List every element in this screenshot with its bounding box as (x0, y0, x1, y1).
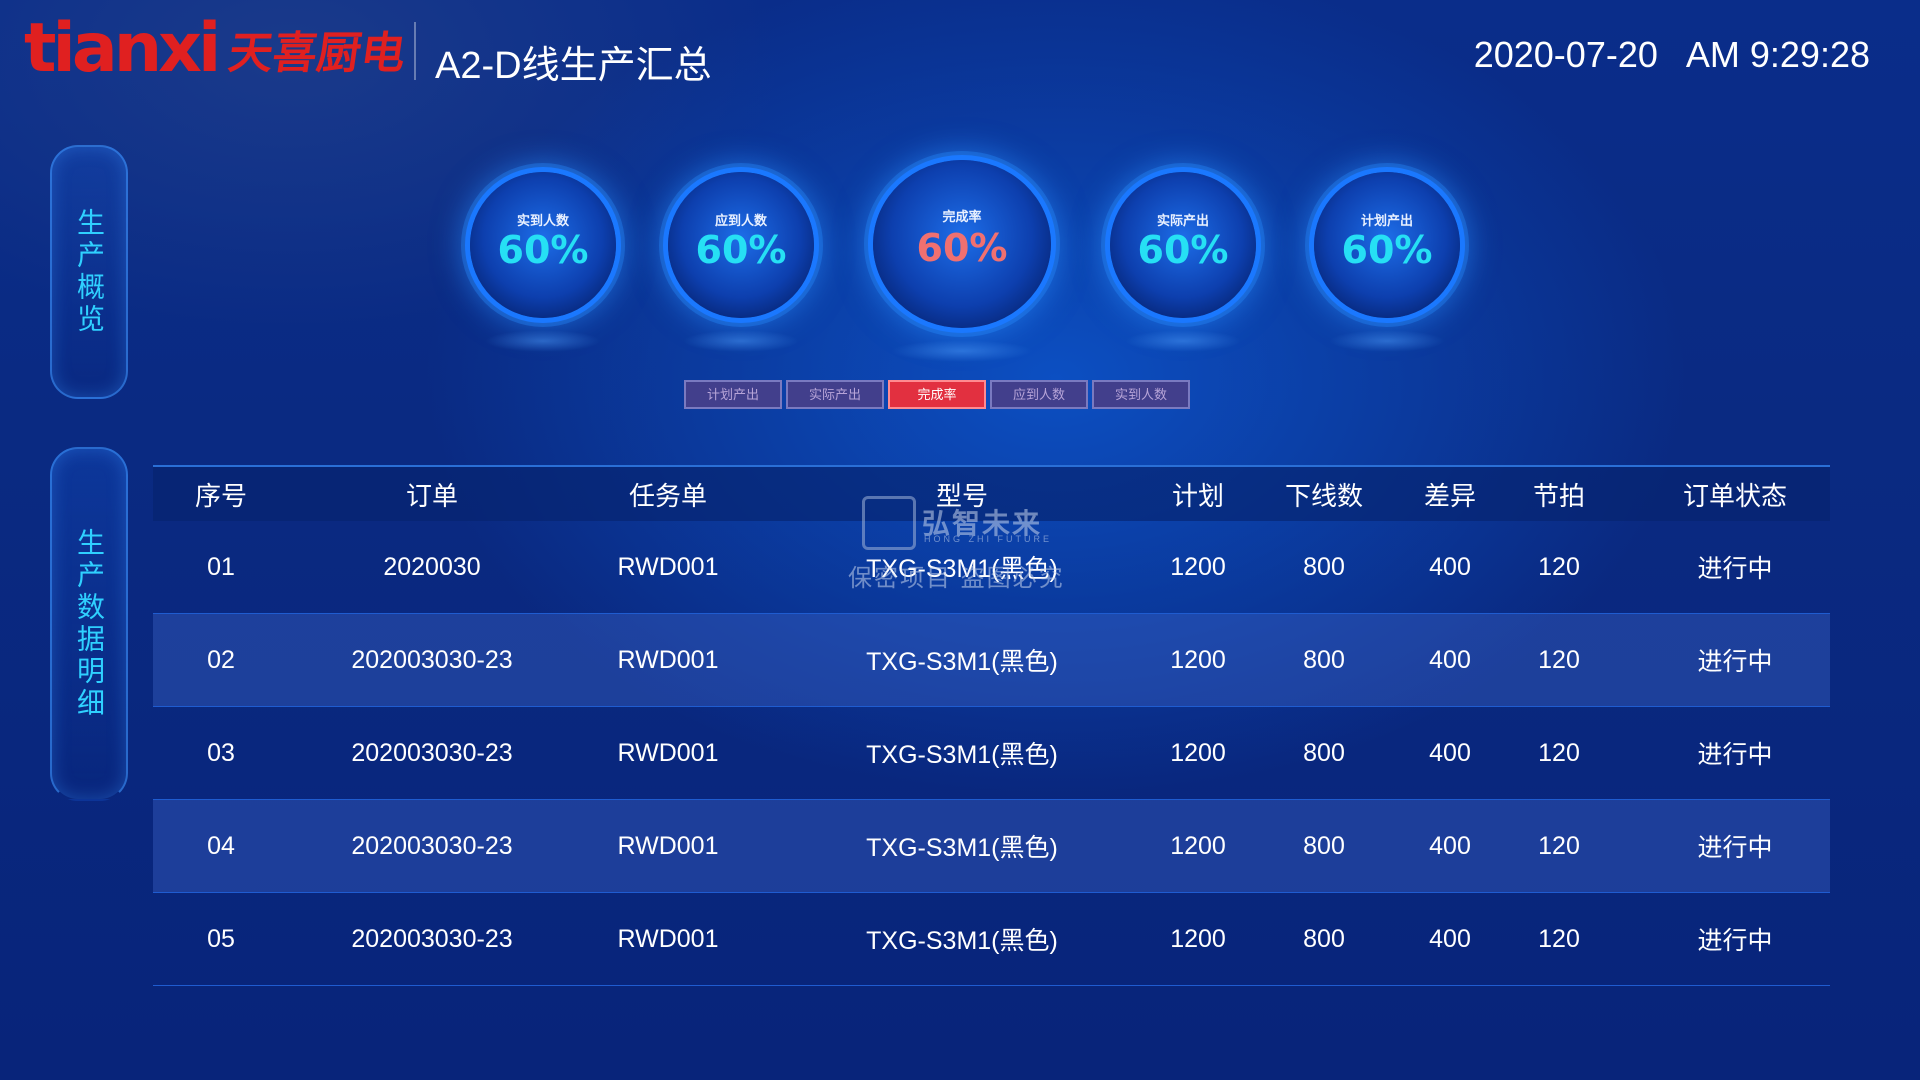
cell-order-status: 进行中 (1697, 834, 1773, 862)
cell-index: 05 (207, 924, 235, 953)
header: tianxi 天喜厨电 A2-D线生产汇总 2020-07-20 AM 9:29… (0, 0, 1920, 110)
production-table: 序号 订单 任务单 型号 计划 下线数 差异 节拍 订单状态 01 202003… (153, 465, 1830, 986)
button-completion-rate[interactable]: 完成率 (888, 380, 986, 409)
logo-english: tianxi (24, 9, 221, 88)
cell-offline-count: 800 (1303, 924, 1345, 953)
datetime: 2020-07-20 AM 9:29:28 (1474, 34, 1870, 76)
page-title: A2-D线生产汇总 (435, 45, 712, 87)
cell-difference: 400 (1429, 738, 1471, 767)
cell-plan: 1200 (1170, 552, 1226, 581)
cell-order-status: 进行中 (1697, 555, 1773, 583)
cell-order-status: 进行中 (1697, 741, 1773, 769)
table-row[interactable]: 03 202003030-23 RWD001 TXG-S3M1(黑色) 1200… (153, 707, 1830, 800)
cell-task: RWD001 (617, 924, 719, 953)
cell-takt: 120 (1538, 924, 1580, 953)
button-expected-attendance[interactable]: 应到人数 (990, 380, 1088, 409)
gauge-label: 应到人数 (714, 213, 767, 228)
gauge-label: 完成率 (942, 209, 982, 224)
cell-index: 02 (207, 645, 235, 674)
gauge-completion-rate: 完成率 60% (873, 160, 1051, 362)
gauge-value: 60% (916, 226, 1008, 270)
cell-task: RWD001 (617, 645, 719, 674)
button-actual-attendance[interactable]: 实到人数 (1092, 380, 1190, 409)
cell-plan: 1200 (1170, 645, 1226, 674)
cell-index: 03 (207, 738, 235, 767)
metric-button-group: 计划产出 实际产出 完成率 应到人数 实到人数 (684, 380, 1190, 409)
cell-order: 202003030-23 (351, 924, 513, 953)
tab-label: 生产概览 (74, 208, 105, 336)
cell-takt: 120 (1538, 552, 1580, 581)
cell-difference: 400 (1429, 645, 1471, 674)
cell-order-status: 进行中 (1697, 648, 1773, 676)
header-difference: 差异 (1423, 480, 1476, 511)
header-model: 型号 (935, 480, 988, 511)
header-divider (414, 22, 416, 80)
cell-order: 2020030 (383, 552, 481, 581)
cell-difference: 400 (1429, 552, 1471, 581)
cell-offline-count: 800 (1303, 738, 1345, 767)
header-offline-count: 下线数 (1284, 480, 1363, 511)
logo-chinese: 天喜厨电 (225, 28, 409, 79)
cell-task: RWD001 (617, 831, 719, 860)
cell-takt: 120 (1538, 831, 1580, 860)
cell-model: TXG-S3M1(黑色) (866, 648, 1058, 676)
gauge-actual-output: 实际产出 60% (1110, 172, 1256, 352)
tab-label: 生产数据明细 (74, 528, 105, 720)
tab-production-details[interactable]: 生产数据明细 (50, 447, 128, 801)
time-text: AM 9:29:28 (1685, 34, 1870, 75)
cell-model: TXG-S3M1(黑色) (866, 834, 1058, 862)
cell-task: RWD001 (617, 738, 719, 767)
gauge-expected-attendance: 应到人数 60% (668, 172, 814, 352)
cell-difference: 400 (1429, 831, 1471, 860)
cell-difference: 400 (1429, 924, 1471, 953)
cell-order: 202003030-23 (351, 645, 513, 674)
button-actual-output[interactable]: 实际产出 (786, 380, 884, 409)
header-task: 任务单 (628, 480, 707, 511)
cell-offline-count: 800 (1303, 645, 1345, 674)
cell-model: TXG-S3M1(黑色) (866, 555, 1058, 583)
cell-takt: 120 (1538, 645, 1580, 674)
cell-plan: 1200 (1170, 924, 1226, 953)
button-planned-output[interactable]: 计划产出 (684, 380, 782, 409)
gauge-label: 实际产出 (1156, 213, 1209, 228)
tab-production-overview[interactable]: 生产概览 (50, 145, 128, 399)
cell-order: 202003030-23 (351, 831, 513, 860)
cell-model: TXG-S3M1(黑色) (866, 741, 1058, 769)
table-row[interactable]: 01 2020030 RWD001 TXG-S3M1(黑色) 1200 800 … (153, 521, 1830, 614)
gauge-value: 60% (497, 228, 589, 272)
gauge-value: 60% (695, 228, 787, 272)
gauge-planned-output: 计划产出 60% (1314, 172, 1460, 352)
cell-model: TXG-S3M1(黑色) (866, 927, 1058, 955)
table-row[interactable]: 04 202003030-23 RWD001 TXG-S3M1(黑色) 1200… (153, 800, 1830, 893)
header-plan: 计划 (1171, 480, 1224, 511)
cell-plan: 1200 (1170, 738, 1226, 767)
cell-order: 202003030-23 (351, 738, 513, 767)
gauge-value: 60% (1341, 228, 1433, 272)
date-text: 2020-07-20 (1473, 34, 1658, 75)
cell-task: RWD001 (617, 552, 719, 581)
cell-offline-count: 800 (1303, 831, 1345, 860)
cell-plan: 1200 (1170, 831, 1226, 860)
table-row[interactable]: 02 202003030-23 RWD001 TXG-S3M1(黑色) 1200… (153, 614, 1830, 707)
gauge-value: 60% (1137, 228, 1229, 272)
header-order: 订单 (405, 480, 458, 511)
cell-offline-count: 800 (1303, 552, 1345, 581)
gauge-label: 计划产出 (1360, 213, 1413, 228)
header-takt: 节拍 (1532, 480, 1585, 511)
table-row[interactable]: 05 202003030-23 RWD001 TXG-S3M1(黑色) 1200… (153, 893, 1830, 986)
tianxi-logo: tianxi 天喜厨电 (24, 9, 409, 88)
gauge-actual-attendance: 实到人数 60% (470, 172, 616, 352)
header-index: 序号 (194, 480, 247, 511)
cell-takt: 120 (1538, 738, 1580, 767)
table-header: 序号 订单 任务单 型号 计划 下线数 差异 节拍 订单状态 (153, 467, 1830, 521)
cell-index: 04 (207, 831, 235, 860)
gauge-label: 实到人数 (516, 213, 569, 228)
header-order-status: 订单状态 (1682, 480, 1787, 511)
cell-order-status: 进行中 (1697, 927, 1773, 955)
cell-index: 01 (207, 552, 235, 581)
